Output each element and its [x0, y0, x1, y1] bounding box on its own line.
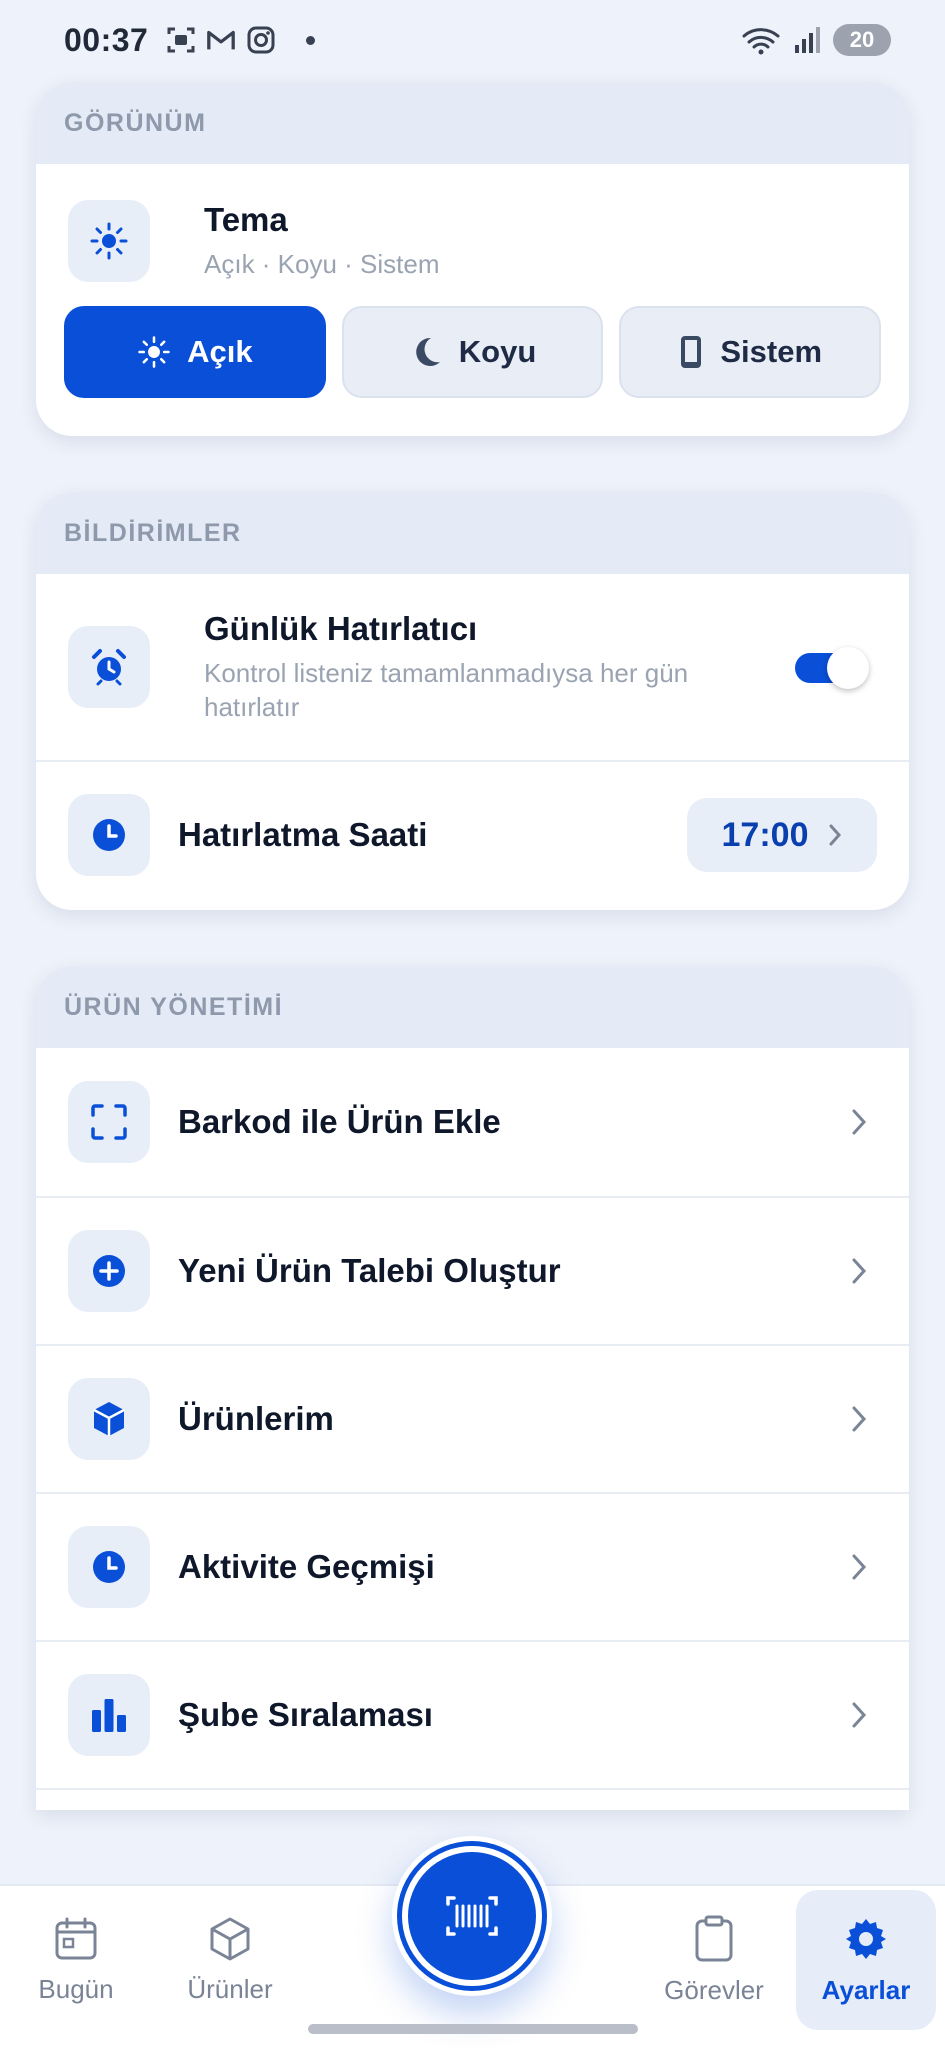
sun-icon	[90, 222, 128, 260]
box-icon	[210, 1917, 250, 1960]
theme-system-label: Sistem	[720, 334, 823, 369]
clock-icon	[93, 1551, 125, 1583]
theme-light-button[interactable]: Açık	[64, 306, 326, 398]
clock-icon	[93, 819, 125, 851]
chevron-right-icon	[829, 824, 842, 846]
plus-circle-icon	[93, 1255, 125, 1287]
branch-ranking-row[interactable]: Şube Sıralaması	[36, 1640, 909, 1790]
gmail-icon	[206, 25, 236, 55]
theme-options: Açık Koyu Sistem	[36, 306, 909, 398]
barcode-icon	[446, 1896, 498, 1936]
nav-products[interactable]: Ürünler	[160, 1900, 300, 2020]
alarm-clock-icon	[92, 649, 126, 686]
status-time: 00:37	[64, 21, 149, 58]
theme-system-button[interactable]: Sistem	[619, 306, 882, 398]
time-icon-tile	[68, 794, 150, 876]
gear-icon	[846, 1918, 886, 1959]
nav-settings[interactable]: Ayarlar	[796, 1890, 936, 2030]
my-products-icon-tile	[68, 1378, 150, 1460]
theme-title: Tema	[204, 201, 288, 238]
nav-tasks-label: Görevler	[664, 1974, 764, 2005]
theme-light-label: Açık	[187, 334, 253, 369]
my-products-label: Ürünlerim	[178, 1400, 334, 1437]
chevron-right-icon	[852, 1406, 867, 1432]
reminder-time-row[interactable]: Hatırlatma Saati 17:00	[36, 760, 909, 908]
nav-today[interactable]: Bugün	[6, 1900, 146, 2020]
reminder-subtitle: Kontrol listeniz tamamlanmadıysa her gün…	[204, 658, 689, 722]
nav-today-label: Bugün	[38, 1973, 114, 2004]
reminder-toggle[interactable]	[795, 647, 869, 689]
theme-subtitle: Açık · Koyu · Sistem	[204, 249, 440, 279]
chevron-right-icon	[852, 1554, 867, 1580]
nav-settings-label: Ayarlar	[821, 1974, 911, 2005]
calendar-icon	[55, 1917, 97, 1959]
branch-ranking-icon-tile	[68, 1674, 150, 1756]
toggle-knob	[827, 647, 869, 689]
chevron-right-icon	[852, 1109, 867, 1135]
chevron-right-icon	[852, 1702, 867, 1728]
theme-icon-tile	[68, 200, 150, 282]
appearance-header: GÖRÜNÜM	[36, 82, 909, 164]
activity-history-row[interactable]: Aktivite Geçmişi	[36, 1492, 909, 1640]
barcode-add-row[interactable]: Barkod ile Ürün Ekle	[36, 1048, 909, 1196]
screenshot-icon	[166, 25, 196, 55]
notification-dot	[306, 35, 316, 45]
new-product-icon-tile	[68, 1230, 150, 1312]
product-management-header: ÜRÜN YÖNETİMİ	[36, 966, 909, 1048]
notifications-card: BİLDİRİMLER Günlük Hatırlatıcı Kontrol l…	[36, 492, 909, 910]
daily-reminder-row[interactable]: Günlük Hatırlatıcı Kontrol listeniz tama…	[36, 574, 909, 760]
my-products-row[interactable]: Ürünlerim	[36, 1344, 909, 1492]
home-indicator	[308, 2024, 638, 2034]
new-product-request-row[interactable]: Yeni Ürün Talebi Oluştur	[36, 1196, 909, 1344]
signal-icon	[793, 25, 823, 55]
barcode-add-icon-tile	[68, 1081, 150, 1163]
barcode-add-label: Barkod ile Ürün Ekle	[178, 1103, 501, 1140]
scan-frame-icon	[91, 1104, 127, 1140]
activity-history-label: Aktivite Geçmişi	[178, 1548, 435, 1585]
new-product-request-label: Yeni Ürün Talebi Oluştur	[178, 1252, 561, 1289]
reminder-time-title: Hatırlatma Saati	[178, 816, 428, 853]
activity-history-icon-tile	[68, 1526, 150, 1608]
appearance-card: GÖRÜNÜM Tema Açık · Koyu · Sistem Açık K…	[36, 82, 909, 436]
clipboard-icon	[695, 1915, 733, 1961]
reminder-icon-tile	[68, 626, 150, 708]
cube-icon	[93, 1402, 125, 1436]
sun-icon	[138, 336, 170, 368]
wifi-icon	[741, 25, 783, 55]
phone-icon	[681, 336, 702, 368]
reminder-title: Günlük Hatırlatıcı	[204, 610, 478, 647]
nav-products-label: Ürünler	[187, 1973, 273, 2004]
reminder-time-chip[interactable]: 17:00	[687, 798, 877, 872]
status-bar: 00:37 20	[0, 0, 945, 80]
scan-barcode-button[interactable]	[402, 1846, 542, 1986]
product-management-card: ÜRÜN YÖNETİMİ Barkod ile Ürün Ekle Yeni …	[36, 966, 909, 1810]
moon-icon	[415, 337, 440, 366]
nav-tasks[interactable]: Görevler	[644, 1900, 784, 2020]
instagram-icon	[246, 25, 276, 55]
theme-dark-button[interactable]: Koyu	[341, 306, 604, 398]
scan-fab-wrap	[392, 1836, 552, 1996]
chevron-right-icon	[852, 1258, 867, 1284]
notifications-header: BİLDİRİMLER	[36, 492, 909, 574]
battery-indicator: 20	[833, 24, 891, 56]
bar-chart-icon	[92, 1699, 126, 1732]
theme-dark-label: Koyu	[458, 334, 537, 369]
reminder-time-value: 17:00	[721, 815, 809, 854]
theme-row: Tema Açık · Koyu · Sistem	[36, 164, 909, 314]
branch-ranking-label: Şube Sıralaması	[178, 1696, 433, 1733]
